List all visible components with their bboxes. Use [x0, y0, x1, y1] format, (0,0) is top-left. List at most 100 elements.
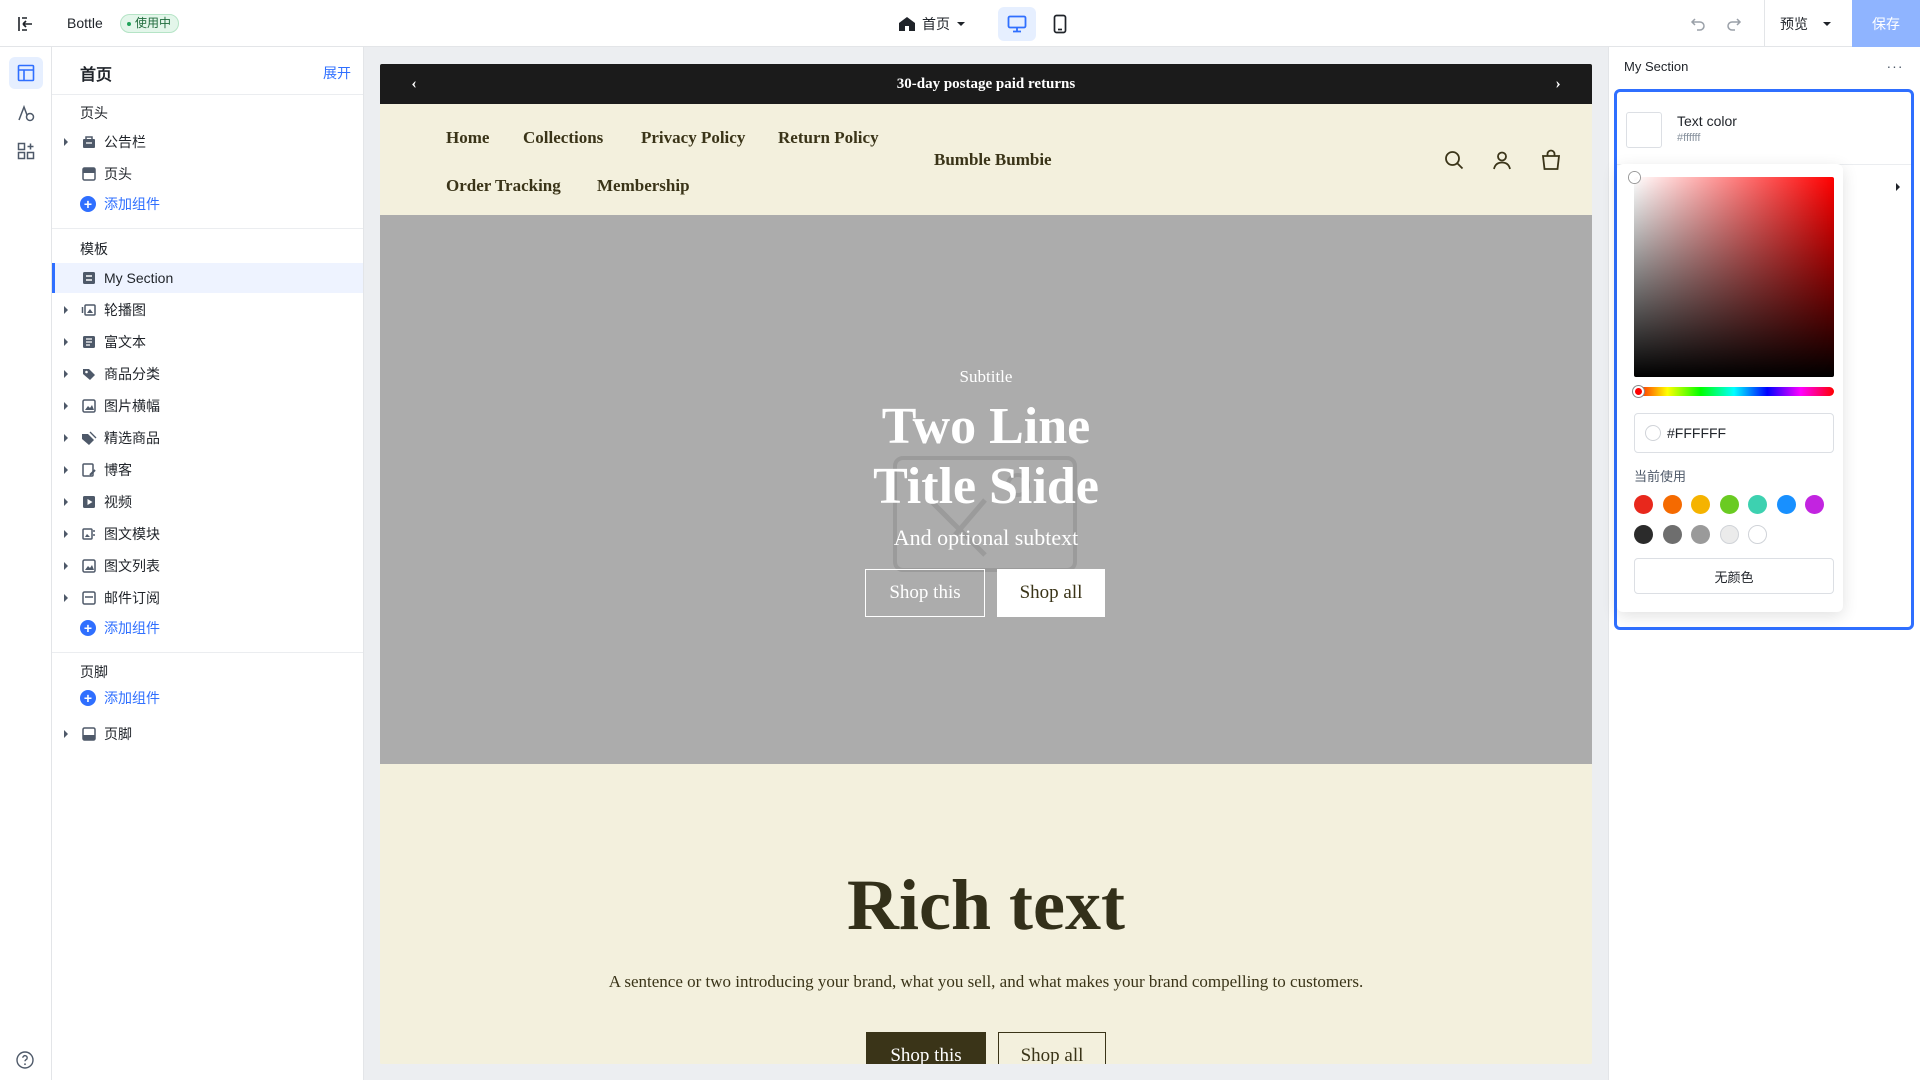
mobile-view-button[interactable] [1041, 7, 1079, 41]
caret-right-icon[interactable] [61, 305, 71, 315]
preview-button[interactable]: 预览 [1780, 12, 1832, 36]
nav-link-collections[interactable]: Collections [523, 128, 603, 148]
tree-item-newsletter[interactable]: 邮件订阅 [52, 583, 363, 613]
caret-right-icon[interactable] [61, 137, 71, 147]
expand-all-link[interactable]: 展开 [323, 63, 351, 83]
tree-item-video[interactable]: 视频 [52, 487, 363, 517]
tree-item-collection-list[interactable]: 商品分类 [52, 359, 363, 389]
caret-right-icon[interactable] [1893, 182, 1903, 192]
section-icon [83, 272, 95, 284]
tree-item-footer[interactable]: 页脚 [52, 719, 363, 749]
undo-icon [1690, 18, 1705, 31]
tree-item-image-banner[interactable]: 图片横幅 [52, 391, 363, 421]
help-icon[interactable] [15, 1050, 35, 1070]
saturation-handle[interactable] [1629, 172, 1640, 183]
rich-text-section[interactable]: Rich text A sentence or two introducing … [380, 764, 1592, 1064]
recent-color-swatch[interactable] [1634, 525, 1653, 544]
caret-right-icon[interactable] [61, 433, 71, 443]
cart-icon[interactable] [1539, 148, 1563, 172]
add-section-button-header[interactable]: + 添加组件 [80, 193, 160, 215]
save-button[interactable]: 保存 [1852, 0, 1920, 47]
tree-item-header[interactable]: 页头 [52, 159, 363, 189]
recent-color-swatch[interactable] [1748, 495, 1767, 514]
tree-item-featured-products[interactable]: 精选商品 [52, 423, 363, 453]
hero-slideshow[interactable]: Subtitle Two Line Title Slide And option… [380, 215, 1592, 764]
recent-color-swatch[interactable] [1662, 525, 1682, 544]
page-selector-label: 首页 [922, 16, 950, 32]
undo-button[interactable] [1686, 12, 1710, 36]
recent-color-swatch[interactable] [1805, 495, 1824, 514]
tree-item-label: 轮播图 [104, 302, 146, 318]
caret-right-icon[interactable] [61, 337, 71, 347]
store-brand[interactable]: Bumble Bumbie [934, 150, 1052, 170]
add-section-label: 添加组件 [104, 196, 160, 212]
nav-link-membership[interactable]: Membership [597, 176, 690, 196]
chevron-right-icon[interactable]: › [1548, 74, 1568, 94]
recent-color-swatch[interactable] [1662, 495, 1682, 514]
sections-tab-button[interactable] [9, 57, 43, 89]
tree-item-blog[interactable]: 博客 [52, 455, 363, 485]
nav-link-return-policy[interactable]: Return Policy [778, 128, 879, 148]
settings-title: My Section [1624, 59, 1689, 74]
recent-color-swatch[interactable] [1634, 495, 1653, 514]
caret-right-icon[interactable] [61, 401, 71, 411]
hue-handle[interactable] [1633, 386, 1644, 397]
desktop-view-button[interactable] [998, 7, 1036, 41]
setting-label: Text color [1677, 113, 1737, 129]
caret-right-icon[interactable] [61, 497, 71, 507]
store-preview[interactable]: ‹ 30-day postage paid returns › Home Col… [380, 64, 1592, 1064]
setting-value: #ffffff [1677, 132, 1701, 144]
caret-right-icon[interactable] [61, 369, 71, 379]
tree-item-announcement-bar[interactable]: 公告栏 [52, 127, 363, 157]
caret-right-icon[interactable] [61, 593, 71, 603]
apps-tab-button[interactable] [9, 135, 43, 167]
chevron-down-icon [957, 22, 965, 26]
rich-shop-all-button[interactable]: Shop all [998, 1032, 1106, 1064]
saturation-value-area[interactable] [1629, 172, 1834, 377]
redo-button[interactable] [1722, 12, 1746, 36]
hero-shop-all-button[interactable]: Shop all [997, 569, 1105, 617]
recent-color-swatch[interactable] [1719, 495, 1739, 514]
theme-settings-tab-button[interactable] [9, 98, 43, 130]
recent-color-swatch[interactable] [1719, 525, 1739, 544]
account-icon[interactable] [1490, 148, 1514, 172]
rich-shop-this-button[interactable]: Shop this [866, 1032, 986, 1064]
status-badge: 使用中 [120, 14, 180, 33]
announcement-bar[interactable]: ‹ 30-day postage paid returns › [380, 64, 1592, 104]
color-swatch[interactable] [1626, 112, 1662, 148]
layout-icon [17, 64, 35, 82]
divider [52, 228, 363, 229]
recent-color-swatch[interactable] [1748, 525, 1767, 544]
tree-item-image-with-text[interactable]: 图文模块 [52, 519, 363, 549]
more-options-icon[interactable]: ··· [1884, 57, 1906, 75]
hero-shop-this-button[interactable]: Shop this [865, 569, 985, 617]
caret-right-icon[interactable] [61, 529, 71, 539]
image-banner-icon [82, 399, 96, 413]
tree-item-image-list[interactable]: 图文列表 [52, 551, 363, 581]
chevron-left-icon[interactable]: ‹ [404, 74, 424, 94]
recent-color-swatch[interactable] [1691, 495, 1710, 514]
recent-color-swatch[interactable] [1691, 525, 1710, 544]
hero-title: Two Line Title Slide [380, 397, 1592, 517]
exit-editor-button[interactable] [12, 12, 38, 36]
caret-right-icon[interactable] [61, 465, 71, 475]
current-color-dot [1645, 425, 1661, 441]
add-section-button-template[interactable]: + 添加组件 [80, 617, 160, 639]
nav-link-privacy-policy[interactable]: Privacy Policy [641, 128, 745, 148]
store-header: Home Collections Privacy Policy Return P… [380, 104, 1592, 215]
no-color-button[interactable]: 无颜色 [1634, 558, 1834, 594]
search-icon[interactable] [1442, 148, 1466, 172]
tree-item-rich-text[interactable]: 富文本 [52, 327, 363, 357]
add-section-button-footer[interactable]: + 添加组件 [80, 687, 160, 709]
nav-link-order-tracking[interactable]: Order Tracking [446, 176, 561, 196]
tree-item-slideshow[interactable]: 轮播图 [52, 295, 363, 325]
hex-input[interactable] [1667, 425, 1817, 441]
apps-icon [17, 142, 35, 160]
hue-slider[interactable] [1633, 386, 1834, 397]
page-selector[interactable]: 首页 [898, 12, 966, 36]
tree-item-my-section[interactable]: My Section [52, 263, 363, 293]
caret-right-icon[interactable] [61, 561, 71, 571]
nav-link-home[interactable]: Home [446, 128, 489, 148]
caret-right-icon[interactable] [61, 729, 71, 739]
recent-color-swatch[interactable] [1776, 495, 1796, 514]
